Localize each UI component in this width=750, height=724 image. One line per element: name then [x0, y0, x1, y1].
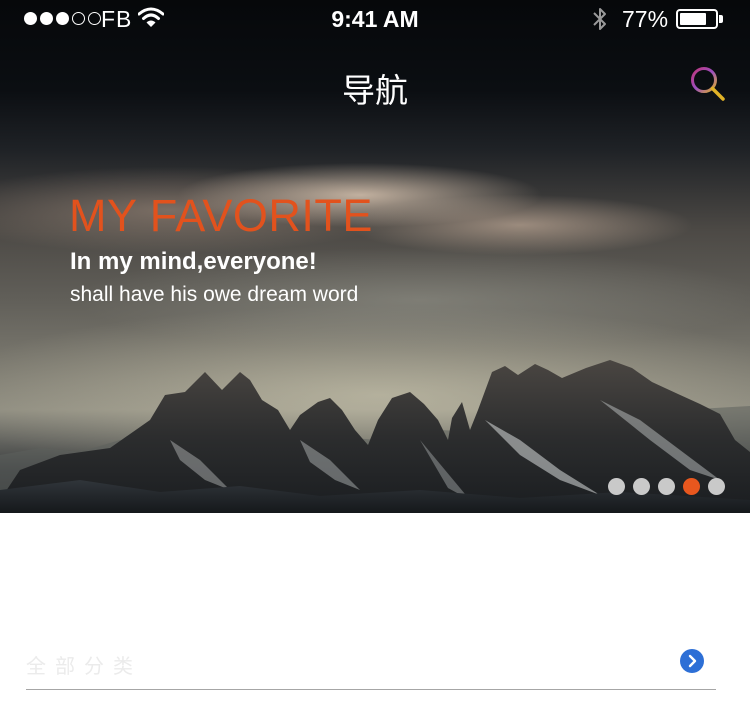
- screen: FB 9:41 AM 77% 导航 MY FAVORITE In my mind…: [0, 0, 750, 724]
- battery-icon: [676, 9, 724, 29]
- banner-page-indicator[interactable]: [608, 478, 725, 495]
- battery-nub: [719, 15, 723, 23]
- page-dot-3[interactable]: [658, 478, 675, 495]
- search-icon: [691, 67, 725, 101]
- battery-level: [680, 13, 707, 25]
- category-label: 全部分类: [26, 654, 142, 678]
- banner-body-text: shall have his owe dream word: [70, 283, 359, 306]
- hero-banner[interactable]: FB 9:41 AM 77% 导航 MY FAVORITE In my mind…: [0, 0, 750, 513]
- banner-subheadline: In my mind,everyone!: [70, 248, 317, 275]
- banner-headline: MY FAVORITE: [69, 190, 373, 241]
- search-button[interactable]: [688, 64, 728, 104]
- page-dot-2[interactable]: [633, 478, 650, 495]
- nav-title: 导航: [342, 71, 408, 110]
- status-bar: FB 9:41 AM 77%: [0, 0, 750, 40]
- category-row-all[interactable]: 全部分类: [26, 640, 716, 690]
- battery-shell: [676, 9, 718, 29]
- chevron-right-icon[interactable]: [680, 649, 704, 673]
- page-dot-4[interactable]: [683, 478, 700, 495]
- bluetooth-icon: [593, 8, 606, 30]
- page-dot-1[interactable]: [608, 478, 625, 495]
- page-dot-5[interactable]: [708, 478, 725, 495]
- battery-percentage: 77%: [622, 6, 669, 32]
